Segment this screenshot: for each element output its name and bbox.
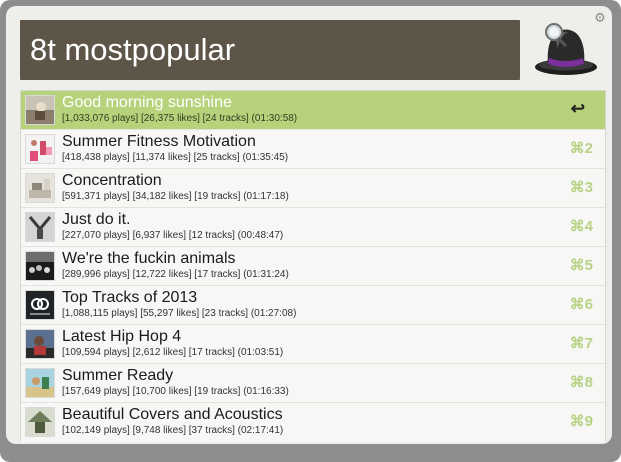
result-row[interactable]: We're the fuckin animals [289,996 plays]… — [21, 247, 605, 286]
result-title: We're the fuckin animals — [62, 250, 236, 267]
shortcut-label: ⌘4 — [569, 218, 593, 235]
result-subtitle: [1,033,076 plays] [26,375 likes] [24 tra… — [62, 113, 298, 124]
result-row[interactable]: Good morning sunshine [1,033,076 plays] … — [21, 91, 605, 130]
result-subtitle: [157,649 plays] [10,700 likes] [19 track… — [62, 386, 289, 397]
result-subtitle: [102,149 plays] [9,748 likes] [37 tracks… — [62, 425, 284, 436]
playlist-thumbnail — [25, 290, 55, 320]
result-subtitle: [418,438 plays] [11,374 likes] [25 track… — [62, 152, 289, 163]
result-row[interactable]: Concentration [591,371 plays] [34,182 li… — [21, 169, 605, 208]
result-title: Summer Fitness Motivation — [62, 133, 256, 150]
playlist-thumbnail — [25, 95, 55, 125]
playlist-thumbnail — [25, 368, 55, 398]
return-icon: ↩ — [570, 99, 585, 118]
result-row[interactable]: Latest Hip Hop 4 [109,594 plays] [2,612 … — [21, 325, 605, 364]
playlist-thumbnail — [25, 407, 55, 437]
result-subtitle: [1,088,115 plays] [55,297 likes] [23 tra… — [62, 308, 297, 319]
shortcut-label: ⌘6 — [569, 296, 593, 313]
playlist-thumbnail — [25, 212, 55, 242]
alfred-window: ⚙ 8t mostpopular Good morning sunshine [… — [6, 6, 612, 444]
result-title: Concentration — [62, 172, 162, 189]
playlist-thumbnail — [25, 329, 55, 359]
result-title: Summer Ready — [62, 367, 174, 384]
result-title: Just do it. — [62, 211, 131, 228]
shortcut-label: ⌘3 — [569, 179, 593, 196]
shortcut-label: ⌘7 — [569, 335, 593, 352]
result-title: Latest Hip Hop 4 — [62, 328, 182, 345]
result-row[interactable]: Top Tracks of 2013 [1,088,115 plays] [55… — [21, 286, 605, 325]
shortcut-label: ⌘5 — [569, 257, 593, 274]
search-input[interactable]: 8t mostpopular — [20, 20, 520, 80]
results-list: Good morning sunshine [1,033,076 plays] … — [20, 90, 606, 442]
shortcut-label: ⌘9 — [569, 413, 593, 430]
result-subtitle: [109,594 plays] [2,612 likes] [17 tracks… — [62, 347, 284, 358]
result-row[interactable]: Summer Fitness Motivation [418,438 plays… — [21, 130, 605, 169]
result-row[interactable]: Just do it. [227,070 plays] [6,937 likes… — [21, 208, 605, 247]
shortcut-label: ⌘2 — [569, 140, 593, 157]
playlist-thumbnail — [25, 251, 55, 281]
result-row[interactable]: Summer Ready [157,649 plays] [10,700 lik… — [21, 364, 605, 403]
playlist-thumbnail — [25, 173, 55, 203]
result-title: Beautiful Covers and Acoustics — [62, 406, 283, 423]
result-title: Top Tracks of 2013 — [62, 289, 198, 306]
playlist-thumbnail — [25, 134, 55, 164]
search-query-text: 8t mostpopular — [30, 32, 236, 67]
shortcut-label: ⌘8 — [569, 374, 593, 391]
result-subtitle: [289,996 plays] [12,722 likes] [17 track… — [62, 269, 289, 280]
result-row[interactable]: Beautiful Covers and Acoustics [102,149 … — [21, 403, 605, 442]
result-subtitle: [227,070 plays] [6,937 likes] [12 tracks… — [62, 230, 284, 241]
alfred-hat-icon — [530, 20, 602, 84]
result-subtitle: [591,371 plays] [34,182 likes] [19 track… — [62, 191, 289, 202]
result-title: Good morning sunshine — [62, 94, 232, 111]
